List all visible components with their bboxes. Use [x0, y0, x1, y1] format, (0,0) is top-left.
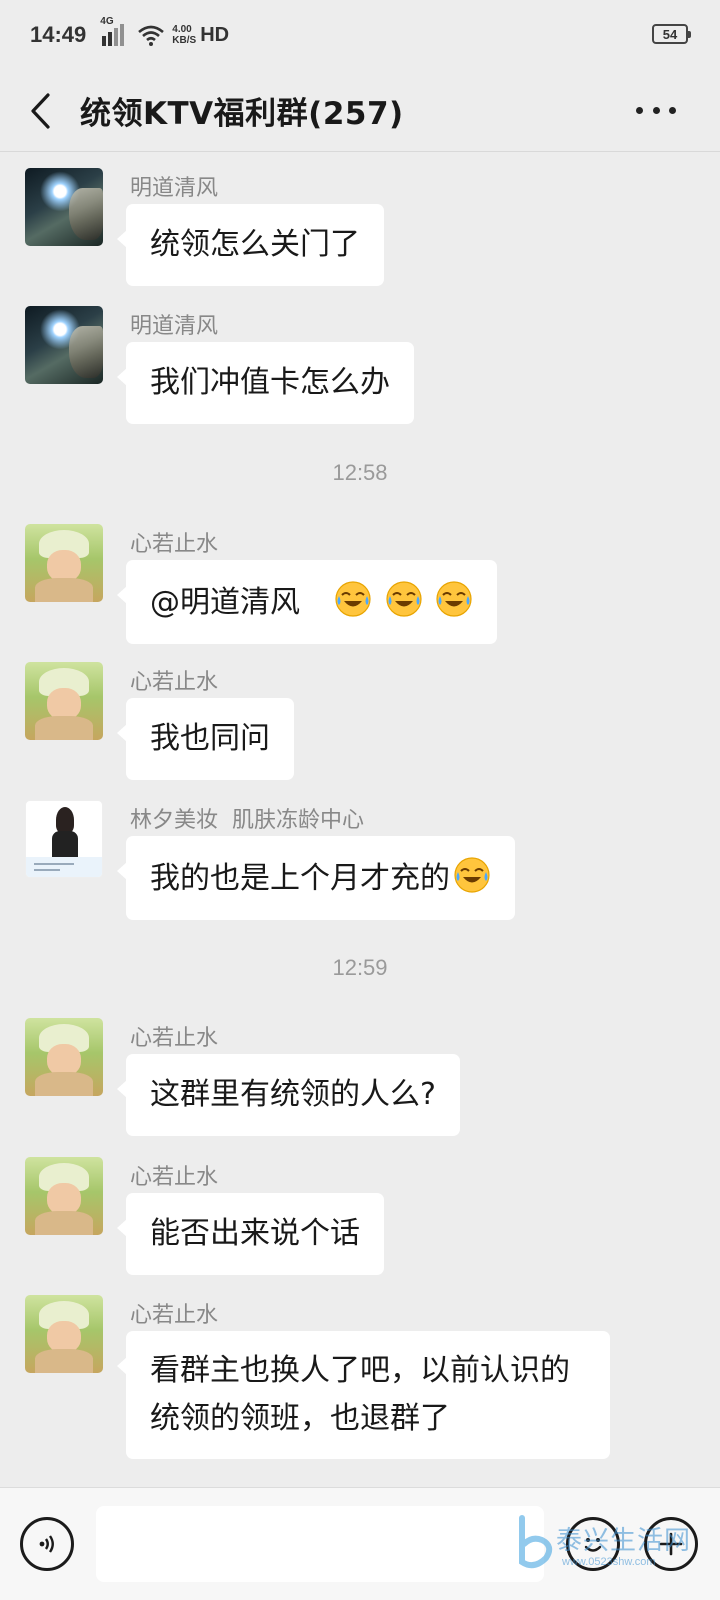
- sender-avatar[interactable]: [25, 524, 103, 602]
- watermark-logo-icon: [519, 1515, 553, 1569]
- message-bubble[interactable]: 统领怎么关门了: [117, 204, 384, 286]
- crying-laughing-icon: [436, 581, 472, 617]
- sender-name: 林夕美妆 肌肤冻龄中心: [130, 808, 364, 833]
- chevron-left-icon: [31, 92, 50, 129]
- voice-icon: [39, 1535, 54, 1553]
- status-time: 14:49: [30, 22, 87, 47]
- sender-name: 明道清风: [130, 314, 219, 339]
- battery-level: 54: [662, 26, 678, 42]
- sender-avatar[interactable]: [25, 168, 103, 246]
- sender-avatar[interactable]: [25, 1157, 103, 1235]
- signal-icon: 4G: [100, 16, 126, 46]
- more-options-button[interactable]: [636, 98, 676, 122]
- dot-icon: [636, 106, 643, 114]
- sender-name: 心若止水: [130, 1026, 219, 1051]
- voice-button[interactable]: [20, 1517, 74, 1571]
- crying-laughing-icon: [454, 857, 490, 893]
- sender-avatar[interactable]: [25, 1295, 103, 1373]
- timestamp: 12:59: [332, 955, 388, 980]
- sender-avatar[interactable]: [25, 1018, 103, 1096]
- message-text: 看群主也换人了吧，以前认识的统领的领班，也退群了: [150, 1353, 570, 1436]
- message-bubble[interactable]: 我的也是上个月才充的: [117, 836, 515, 920]
- network-speed: 4.00 KB/S: [172, 24, 196, 46]
- message-bubble[interactable]: 我也同问: [117, 698, 294, 780]
- wifi-icon: [138, 25, 165, 46]
- crying-laughing-icon: [386, 581, 422, 617]
- sender-name: 心若止水: [130, 670, 219, 695]
- message-bubble[interactable]: 我们冲值卡怎么办: [117, 342, 414, 424]
- message-text: @明道清风: [150, 585, 300, 620]
- status-bar: 14:49 4G 4.00 KB/S HD 54: [0, 0, 720, 70]
- network-type: 4G: [100, 16, 114, 27]
- message-input[interactable]: [96, 1506, 544, 1582]
- message-text: 这群里有统领的人么?: [150, 1077, 436, 1112]
- back-button[interactable]: [0, 70, 80, 152]
- sender-avatar[interactable]: [25, 306, 103, 384]
- input-bar: 泰兴生活网 www.0523shw.com: [0, 1487, 720, 1600]
- message-text: 我的也是上个月才充的: [150, 861, 450, 896]
- message-text: 我们冲值卡怎么办: [150, 365, 390, 400]
- sender-avatar[interactable]: [25, 662, 103, 740]
- sender-name: 心若止水: [130, 532, 219, 557]
- chat-header: 统领KTV福利群(257): [0, 70, 720, 152]
- message-bubble[interactable]: 能否出来说个话: [117, 1193, 384, 1275]
- hd-indicator: HD: [200, 23, 230, 46]
- chat-title: 统领KTV福利群(257): [80, 96, 404, 132]
- watermark-text: 泰兴生活网: [556, 1526, 692, 1556]
- dot-icon: [669, 106, 676, 114]
- message-bubble[interactable]: 看群主也换人了吧，以前认识的统领的领班，也退群了: [117, 1331, 610, 1459]
- message-text: 统领怎么关门了: [150, 227, 360, 262]
- message-text: 我也同问: [150, 721, 270, 756]
- battery-icon: 54: [652, 24, 691, 44]
- message-text: 能否出来说个话: [150, 1216, 360, 1251]
- sender-name: 明道清风: [130, 176, 219, 201]
- dot-icon: [652, 106, 660, 114]
- message-bubble[interactable]: 这群里有统领的人么?: [117, 1054, 460, 1136]
- timestamp: 12:58: [332, 460, 388, 485]
- sender-name: 心若止水: [130, 1165, 219, 1190]
- sender-name: 心若止水: [130, 1303, 219, 1328]
- watermark-url: www.0523shw.com: [562, 1556, 656, 1568]
- message-bubble[interactable]: @明道清风: [116, 560, 498, 644]
- speed-value: 4.00: [172, 24, 192, 35]
- sender-avatar[interactable]: [25, 800, 103, 878]
- speed-unit: KB/S: [172, 35, 197, 46]
- site-watermark: 泰兴生活网 www.0523shw.com: [512, 1508, 712, 1588]
- crying-laughing-icon: [335, 581, 371, 617]
